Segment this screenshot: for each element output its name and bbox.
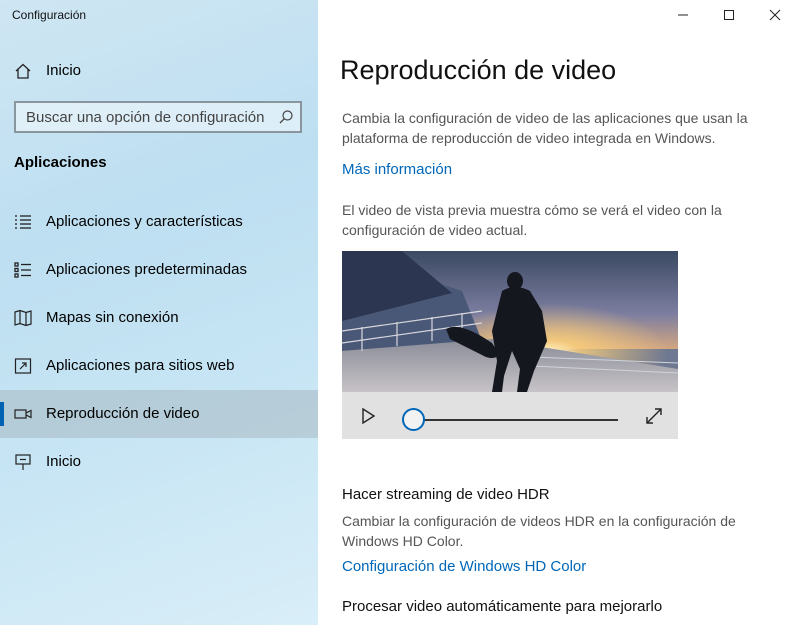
sidebar-item-label: Mapas sin conexión	[46, 309, 179, 326]
video-frame	[342, 251, 678, 392]
app-title: Configuración	[12, 8, 87, 22]
apps-list-icon	[14, 213, 32, 231]
video-preview[interactable]	[342, 251, 678, 439]
video-controls	[342, 392, 678, 439]
page-title: Reproducción de video	[340, 55, 617, 85]
sidebar: Configuración Inicio Aplicaciones Aplica…	[0, 0, 318, 625]
sidebar-item-default-apps[interactable]: Aplicaciones predeterminadas	[0, 246, 318, 294]
map-icon	[14, 309, 32, 327]
fullscreen-icon[interactable]	[644, 406, 664, 426]
search-box[interactable]	[14, 101, 302, 133]
default-apps-icon	[14, 261, 32, 279]
close-button[interactable]	[752, 0, 794, 30]
seek-track[interactable]	[412, 419, 618, 421]
page-description: Cambia la configuración de video de las …	[342, 110, 748, 146]
hd-color-settings-link[interactable]: Configuración de Windows HD Color	[342, 558, 586, 575]
hdr-heading: Hacer streaming de video HDR	[342, 486, 550, 503]
minimize-button[interactable]	[660, 0, 706, 30]
search-icon[interactable]	[278, 109, 294, 125]
nav-home-label: Inicio	[46, 62, 82, 79]
play-icon[interactable]	[358, 406, 378, 426]
hdr-description: Cambiar la configuración de videos HDR e…	[342, 513, 736, 549]
sidebar-item-label: Reproducción de video	[46, 405, 200, 422]
startup-icon	[14, 453, 32, 471]
maximize-button[interactable]	[706, 0, 752, 30]
main-pane: Reproducción de video Cambia la configur…	[318, 0, 794, 625]
maximize-icon	[724, 10, 734, 20]
video-camera-icon	[14, 405, 32, 423]
auto-process-heading: Procesar video automáticamente para mejo…	[342, 598, 663, 615]
sidebar-item-video-playback[interactable]: Reproducción de video	[0, 390, 318, 438]
selection-indicator	[0, 402, 4, 426]
minimize-icon	[678, 14, 688, 16]
section-title: Aplicaciones	[14, 154, 107, 171]
search-input[interactable]	[16, 103, 266, 131]
preview-description: El video de vista previa muestra cómo se…	[342, 202, 722, 238]
sidebar-item-apps-features[interactable]: Aplicaciones y características	[0, 198, 318, 246]
seek-thumb[interactable]	[402, 408, 425, 431]
more-info-link[interactable]: Más información	[342, 161, 452, 178]
sidebar-item-startup[interactable]: Inicio	[0, 438, 318, 486]
sidebar-item-website-apps[interactable]: Aplicaciones para sitios web	[0, 342, 318, 390]
sidebar-item-label: Aplicaciones para sitios web	[46, 357, 235, 374]
sidebar-item-label: Inicio	[46, 453, 82, 470]
website-apps-icon	[14, 357, 32, 375]
sidebar-item-label: Aplicaciones predeterminadas	[46, 261, 247, 278]
sidebar-item-offline-maps[interactable]: Mapas sin conexión	[0, 294, 318, 342]
close-icon	[769, 9, 781, 21]
sidebar-item-label: Aplicaciones y características	[46, 213, 243, 230]
home-icon	[14, 62, 32, 80]
nav-home[interactable]: Inicio	[0, 54, 318, 88]
